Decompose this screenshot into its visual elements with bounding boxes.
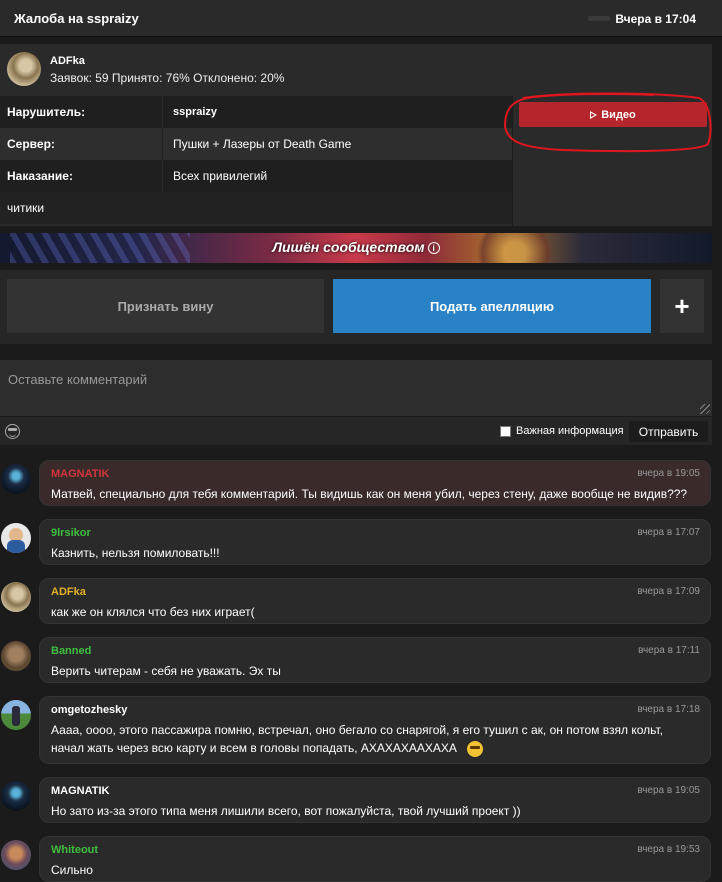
- red-highlight-annotation: [503, 92, 712, 153]
- comment-bubble: 9lrsikor вчера в 17:07 Казнить, нельзя п…: [39, 519, 711, 565]
- comment-text: Матвей, специально для тебя комментарий.…: [51, 487, 688, 501]
- comment-time: вчера в 17:07: [637, 527, 700, 538]
- comment-time: вчера в 19:53: [637, 844, 700, 855]
- avatar[interactable]: [1, 840, 31, 870]
- comment-author[interactable]: Whiteout: [51, 844, 98, 856]
- complaint-description: читики: [7, 201, 45, 215]
- comment-toolbar: Важная информация Отправить: [0, 417, 712, 445]
- info-value: Пушки + Лазеры от Death Game: [162, 128, 512, 160]
- comment-author[interactable]: MAGNATIK: [51, 468, 109, 480]
- page-title: Жалоба на sspraizy: [14, 11, 139, 26]
- info-value: Всех привилегий: [162, 160, 512, 192]
- info-row-server: Сервер: Пушки + Лазеры от Death Game: [0, 128, 512, 160]
- banner-status: Лишён сообществом i: [0, 239, 712, 255]
- complaint-time: Вчера в 17:04: [615, 12, 696, 26]
- send-button[interactable]: Отправить: [629, 421, 708, 442]
- comment-input[interactable]: [0, 360, 712, 416]
- add-button[interactable]: +: [660, 279, 704, 333]
- avatar[interactable]: [1, 700, 31, 730]
- comment-text: Но зато из-за этого типа меня лишили все…: [51, 804, 521, 818]
- avatar[interactable]: [7, 52, 41, 86]
- comment-time: вчера в 19:05: [637, 785, 700, 796]
- toolbar-placeholder: [588, 16, 610, 21]
- banner-text: Лишён сообществом: [272, 239, 425, 255]
- comment-bubble: Whiteout вчера в 19:53 Сильно: [39, 836, 711, 882]
- comment-bubble: Banned вчера в 17:11 Верить читерам - се…: [39, 637, 711, 683]
- info-label: Сервер:: [7, 137, 55, 151]
- comment-text: как же он клялся что без них играет(: [51, 605, 255, 619]
- comment-time: вчера в 17:09: [637, 586, 700, 597]
- comment-author[interactable]: Banned: [51, 645, 91, 657]
- important-label[interactable]: Важная информация: [516, 425, 624, 437]
- comment-time: вчера в 17:11: [638, 645, 700, 656]
- info-row-violator: Нарушитель: sspraizy: [0, 96, 512, 128]
- comment-text-wrap: Аааа, оооо, этого пассажира помню, встре…: [51, 721, 690, 757]
- comment-bubble: MAGNATIK вчера в 19:05 Но зато из-за это…: [39, 777, 711, 823]
- action-bar: Признать вину Подать апелляцию +: [0, 270, 712, 344]
- info-icon[interactable]: i: [427, 242, 440, 255]
- author-stats: Заявок: 59 Принято: 76% Отклонено: 20%: [50, 71, 285, 85]
- comment-author[interactable]: 9lrsikor: [51, 527, 91, 539]
- important-checkbox[interactable]: [500, 426, 511, 437]
- info-value[interactable]: sspraizy: [162, 96, 512, 128]
- comment-time: вчера в 17:18: [637, 704, 700, 715]
- info-row-description: читики: [0, 192, 512, 224]
- comment-author[interactable]: MAGNATIK: [51, 785, 109, 797]
- avatar[interactable]: [1, 781, 31, 811]
- info-label: Нарушитель:: [7, 105, 86, 119]
- comment-author[interactable]: ADFka: [51, 586, 86, 598]
- resize-handle[interactable]: [700, 404, 710, 414]
- comment-input-wrap: [0, 360, 712, 416]
- avatar[interactable]: [1, 582, 31, 612]
- comment-bubble: ADFka вчера в 17:09 как же он клялся что…: [39, 578, 711, 624]
- avatar[interactable]: [1, 523, 31, 553]
- appeal-button[interactable]: Подать апелляцию: [333, 279, 651, 333]
- complaint-info-table: Нарушитель: sspraizy Сервер: Пушки + Лаз…: [0, 96, 512, 224]
- comment-author[interactable]: omgetozhesky: [51, 704, 127, 716]
- smiley-emoji-icon: [466, 740, 483, 757]
- comment-time: вчера в 19:05: [637, 468, 700, 479]
- info-row-punishment: Наказание: Всех привилегий: [0, 160, 512, 192]
- comment-text: Верить читерам - себя не уважать. Эх ты: [51, 664, 281, 678]
- comment-text: Сильно: [51, 863, 93, 877]
- emoji-icon[interactable]: [5, 424, 20, 439]
- status-banner: Лишён сообществом i: [0, 233, 712, 263]
- info-label: Наказание:: [7, 169, 73, 183]
- comment-text: Казнить, нельзя помиловать!!!: [51, 546, 220, 560]
- avatar[interactable]: [1, 641, 31, 671]
- comment-bubble: MAGNATIK вчера в 19:05 Матвей, специальн…: [39, 460, 711, 506]
- topbar: Жалоба на sspraizy Вчера в 17:04: [0, 0, 722, 37]
- admit-guilt-button[interactable]: Признать вину: [7, 279, 324, 333]
- comment-bubble: omgetozhesky вчера в 17:18 Аааа, оооо, э…: [39, 696, 711, 764]
- avatar[interactable]: [1, 464, 31, 494]
- complaint-author[interactable]: ADFka: [50, 55, 85, 67]
- comment-text: Аааа, оооо, этого пассажира помню, встре…: [51, 723, 663, 755]
